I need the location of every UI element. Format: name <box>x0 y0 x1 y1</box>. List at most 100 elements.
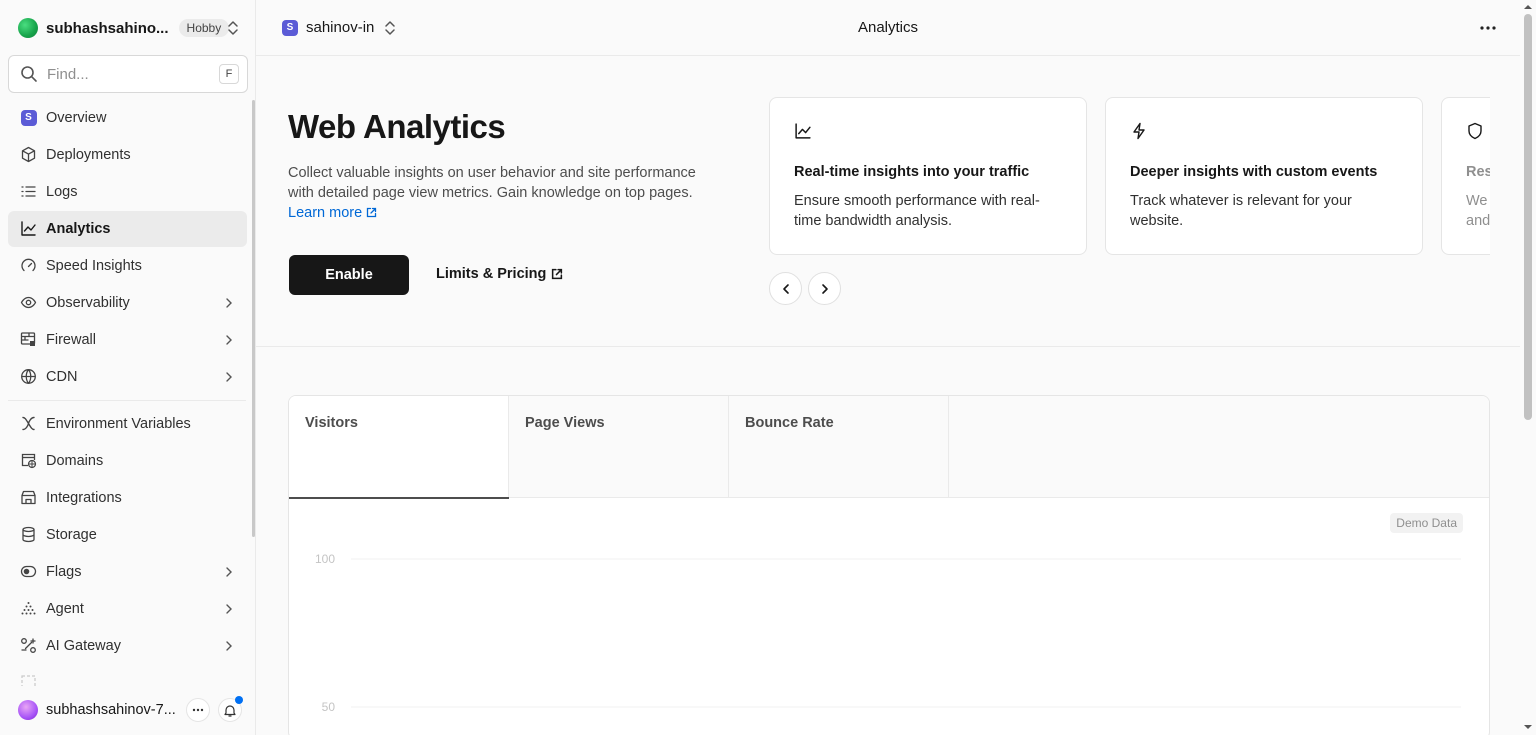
tab-label: Visitors <box>305 415 358 431</box>
carousel-prev-button[interactable] <box>769 272 802 305</box>
domain-icon <box>20 452 37 469</box>
chevron-right-icon <box>821 283 828 294</box>
feature-carousel: Real-time insights into your traffic Ens… <box>760 90 1490 265</box>
sidebar-item-logs[interactable]: Logs <box>8 174 247 210</box>
search-box[interactable]: F <box>8 55 248 93</box>
sidebar-item-label: Analytics <box>46 221 111 237</box>
notifications-button[interactable] <box>218 696 243 722</box>
feature-card-title: Real-time insights into your traffic <box>794 164 1030 180</box>
enable-button[interactable]: Enable <box>289 255 409 295</box>
tab-label: Page Views <box>525 415 605 431</box>
scroll-up-icon[interactable] <box>1523 2 1533 12</box>
page-scrollbar[interactable] <box>1520 0 1536 735</box>
chevron-left-icon <box>782 283 789 294</box>
sidebar-item-ai-gateway[interactable]: AI Gateway <box>8 628 247 664</box>
agent-icon <box>20 600 37 617</box>
chevron-updown-icon[interactable] <box>226 19 240 37</box>
tab-page-views[interactable]: Page Views <box>509 396 729 498</box>
sidebar-item-storage[interactable]: Storage <box>8 517 247 553</box>
plan-badge: Hobby <box>178 19 230 37</box>
sidebar-item-analytics[interactable]: Analytics <box>8 211 247 247</box>
tab-bounce-rate[interactable]: Bounce Rate <box>729 396 949 498</box>
learn-more-link[interactable]: Learn more <box>288 205 377 221</box>
globe-icon <box>20 368 37 385</box>
search-shortcut-key: F <box>219 64 239 84</box>
variable-icon <box>20 415 37 432</box>
sidebar-item-flags[interactable]: Flags <box>8 554 247 590</box>
list-icon <box>20 183 37 200</box>
sidebar-item-integrations[interactable]: Integrations <box>8 480 247 516</box>
user-more-button[interactable] <box>186 698 210 722</box>
sidebar-item-agent[interactable]: Agent <box>8 591 247 627</box>
analytics-chart-panel: Visitors Page Views Bounce Rate Demo Dat… <box>288 395 1490 735</box>
sidebar-item-firewall[interactable]: Firewall <box>8 322 247 358</box>
feature-card-description: Track whatever is relevant for your webs… <box>1130 193 1352 229</box>
chart-line-icon <box>795 123 811 139</box>
sidebar-item-label: Deployments <box>46 147 131 163</box>
team-name: subhashsahino... <box>46 19 169 37</box>
more-horizontal-icon <box>1480 26 1496 30</box>
sidebar-item-environment-variables[interactable]: Environment Variables <box>8 406 247 442</box>
sidebar-item-speed-insights[interactable]: Speed Insights <box>8 248 247 284</box>
search-input[interactable] <box>47 65 207 83</box>
database-icon <box>20 526 37 543</box>
limits-pricing-link[interactable]: Limits & Pricing <box>436 266 563 282</box>
sidebar-item-label: AI Gateway <box>46 638 121 654</box>
sidebar-item-label: Speed Insights <box>46 258 142 274</box>
sidebar-item-overview[interactable]: S Overview <box>8 100 247 136</box>
chevron-right-icon <box>226 335 232 345</box>
chevron-right-icon <box>226 641 232 651</box>
user-menu[interactable]: subhashsahinov-7... <box>18 696 248 722</box>
more-horizontal-icon <box>192 708 204 712</box>
sidebar-item-label: Agent <box>46 601 84 617</box>
sidebar-item-label: Integrations <box>46 490 122 506</box>
carousel-next-button[interactable] <box>808 272 841 305</box>
page-title: Analytics <box>857 19 919 36</box>
sidebar-item-label: Overview <box>46 110 107 126</box>
gateway-icon <box>20 637 37 654</box>
more-options-button[interactable] <box>1478 18 1498 38</box>
y-tick-label: 50 <box>322 700 336 714</box>
user-name: subhashsahinov-7... <box>46 702 176 718</box>
eye-icon <box>20 294 37 311</box>
chart-line-icon <box>20 220 37 237</box>
hero-title: Web Analytics <box>288 108 506 145</box>
firewall-icon <box>20 331 37 348</box>
page-scrollbar-thumb[interactable] <box>1524 14 1532 420</box>
sidebar-divider <box>8 400 246 401</box>
sidebar-item-deployments[interactable]: Deployments <box>8 137 247 173</box>
metric-tabs: Visitors Page Views Bounce Rate <box>289 396 1489 499</box>
limits-pricing-label: Limits & Pricing <box>436 266 547 282</box>
top-bar: S sahinov-in Analytics <box>256 0 1520 56</box>
notification-dot <box>235 696 243 704</box>
tab-visitors[interactable]: Visitors <box>289 396 509 499</box>
sidebar-overflow-fade <box>8 672 247 686</box>
store-icon <box>20 489 37 506</box>
sidebar-item-label: Environment Variables <box>46 416 191 432</box>
avatar <box>18 700 38 720</box>
sidebar-item-domains[interactable]: Domains <box>8 443 247 479</box>
sidebar: subhashsahino... Hobby F S Overview Depl… <box>0 0 256 735</box>
team-switcher[interactable]: subhashsahino... Hobby <box>18 17 246 39</box>
external-link-icon <box>367 207 377 218</box>
chevron-right-icon <box>226 298 232 308</box>
feature-card-title: Res <box>1466 164 1490 180</box>
sidebar-item-cdn[interactable]: CDN <box>8 359 247 395</box>
external-link-icon <box>552 268 563 280</box>
chevron-right-icon <box>226 372 232 382</box>
sidebar-item-observability[interactable]: Observability <box>8 285 247 321</box>
sidebar-item-label: Firewall <box>46 332 96 348</box>
feature-card-title: Deeper insights with custom events <box>1130 164 1378 180</box>
section-divider <box>256 346 1520 347</box>
chevron-right-icon <box>226 604 232 614</box>
project-badge-icon: S <box>20 109 37 126</box>
sidebar-item-label: Domains <box>46 453 104 469</box>
feature-card-description: Ensure smooth performance with real-time… <box>794 193 1040 229</box>
toggle-icon <box>20 563 37 580</box>
gauge-icon <box>20 257 37 274</box>
sidebar-scrollbar[interactable] <box>252 100 255 537</box>
sidebar-item-label: Flags <box>46 564 82 580</box>
sidebar-item-label: CDN <box>46 369 78 385</box>
scroll-down-icon[interactable] <box>1523 722 1533 732</box>
visitors-chart: 100 50 <box>315 552 1461 714</box>
